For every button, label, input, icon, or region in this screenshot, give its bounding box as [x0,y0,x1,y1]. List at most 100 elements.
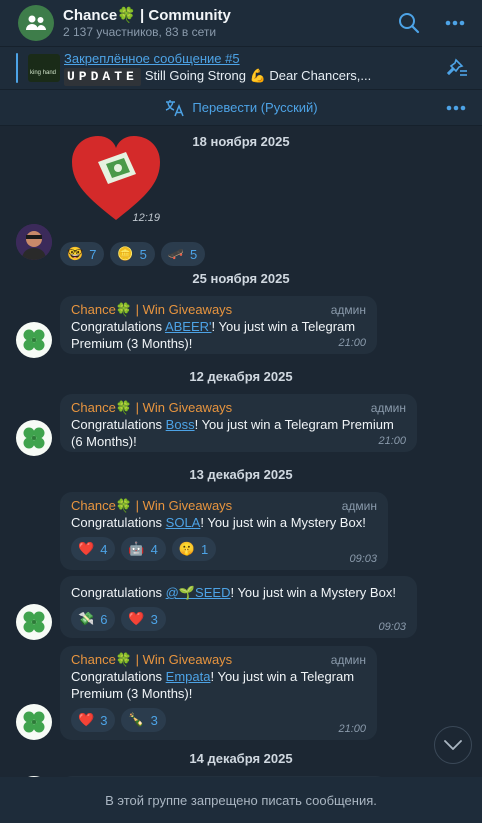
sender-name[interactable]: Chance🍀 | Win Giveaways [71,498,232,514]
admin-badge: админ [330,303,366,317]
message-reactions: ❤️ 3 🍾 3 [71,708,366,732]
message-bubble[interactable]: Congratulations @🌱SEED! You just win a M… [60,576,417,638]
reaction-pill[interactable]: 🪙 5 [110,242,155,266]
translate-icon [166,99,185,116]
heart-sticker[interactable]: 12:19 [68,134,164,224]
search-button[interactable] [394,8,424,38]
message-bubble[interactable]: Chance🍀 | Win Giveaways админ Congratulat… [60,296,377,354]
member-count: 2 137 участников, 83 в сети [63,24,217,39]
pinned-indicator [16,53,18,83]
date-separator: 13 декабря 2025 [189,467,293,482]
mention-link[interactable]: ABEER' [165,319,212,334]
message-text-part: Congratulations [71,515,166,530]
reaction-count: 3 [150,712,158,728]
reaction-emoji: ❤️ [78,712,95,727]
sender-name[interactable]: Chance🍀 | Win Giveaways [71,400,232,416]
sender-name[interactable]: Chance🍀 | Win Giveaways [71,302,232,318]
pinned-thumbnail-text: king hand [30,70,57,76]
chat-title[interactable]: Chance🍀 | Community [63,7,378,25]
message-time: 21:00 [338,723,366,735]
reaction-emoji: 🤓 [67,246,84,261]
mention-link[interactable]: @🌱SEED [166,585,231,600]
message-time: 09:03 [349,553,377,565]
reaction-count: 3 [100,712,108,728]
reaction-emoji: 🤖 [128,541,145,556]
chevron-down-icon [444,740,462,750]
avatar[interactable] [16,604,52,640]
user-avatar-image [16,224,52,260]
message-text: Congratulations @🌱SEED! You just win a M… [71,584,406,601]
reaction-emoji: 🛹 [167,246,185,261]
reaction-emoji: ❤️ [128,611,145,626]
reaction-emoji: 🍾 [128,712,145,727]
sender-name[interactable]: Chance🍀 | Win Giveaways [71,652,232,668]
admin-badge: админ [370,401,406,415]
heart-money-sticker [72,136,160,220]
more-dots-icon [446,105,466,111]
translate-more-button[interactable] [446,98,466,116]
reaction-count: 6 [100,611,108,627]
group-avatar[interactable] [18,5,54,41]
restricted-notice: В этой группе запрещено писать сообщения… [0,777,482,823]
reaction-pill[interactable]: 🤖 4 [121,537,166,561]
message-text: Congratulations Boss! You just win a Tel… [71,416,406,450]
message-text: Congratulations Empata! You just win a T… [71,668,366,702]
clover-icon [23,329,45,351]
message-time: 21:00 [378,435,406,447]
reaction-pill[interactable]: 🛹 5 [160,242,206,266]
pin-list-icon [446,58,467,76]
pinned-update-badge: UPDATE [64,67,141,86]
people-icon [26,15,46,30]
pinned-thumbnail: king hand [28,54,60,82]
message-bubble[interactable]: Chance🍀 | Win Giveaways админ Congratulat… [60,394,417,452]
mention-link[interactable]: SOLA [166,515,201,530]
date-separator: 25 ноября 2025 [192,271,290,286]
pinned-preview: Still Going Strong 💪 Dear Chancers,... [144,67,372,83]
avatar[interactable] [16,420,52,456]
message-reactions: 💸 6 ❤️ 3 [71,607,406,631]
sticker-reactions: 🤓 7 🪙 5 🛹 5 [60,242,211,266]
pinned-title[interactable]: Закреплённое сообщение #5 [64,51,436,67]
mention-link[interactable]: Empata [166,669,211,684]
reaction-pill[interactable]: 🍾 3 [121,708,166,732]
avatar[interactable] [16,704,52,740]
message-bubble[interactable]: Chance🍀 | Win Giveaways админ Congratulat… [60,646,377,740]
reaction-pill[interactable]: ❤️ 3 [71,708,116,732]
reaction-count: 4 [100,541,108,557]
reaction-count: 1 [201,541,209,557]
message-text-part: Congratulations [71,417,166,432]
translate-label[interactable]: Перевести (Русский) [192,100,317,115]
sticker-time: 12:19 [132,212,160,224]
reaction-count: 4 [150,541,158,557]
reaction-count: 3 [150,611,158,627]
reaction-count: 7 [89,246,97,262]
pinned-list-button[interactable] [442,53,472,83]
pinned-text: UPDATE Still Going Strong 💪 Dear Chancers… [64,67,426,86]
reaction-count: 5 [190,246,198,262]
message-list[interactable]: 18 ноября 2025 12:19 🤓 7 🪙 5 🛹 5 25 ноября … [0,126,482,777]
scroll-to-bottom-button[interactable] [434,726,472,764]
avatar[interactable] [16,322,52,358]
translate-bar[interactable]: Перевести (Русский) [0,90,482,126]
message-text-part: Congratulations [71,585,166,600]
reaction-emoji: 🤫 [178,541,196,556]
message-text-part: ! You just win a Mystery Box! [230,585,396,600]
message-bubble[interactable]: Chance🍀 | Win Giveaways админ Congratulat… [60,492,388,570]
chat-header: Chance🍀 | Community 2 137 участников, 83… [0,0,482,46]
reaction-emoji: ❤️ [78,541,95,556]
reaction-pill[interactable]: 🤓 7 [60,242,105,266]
pinned-message-bar[interactable]: king hand Закреплённое сообщение #5 UPDA… [0,46,482,90]
date-separator: 14 декабря 2025 [189,751,293,766]
reaction-pill[interactable]: 🤫 1 [171,537,217,561]
more-dots-icon [445,20,465,26]
reaction-pill[interactable]: ❤️ 4 [71,537,116,561]
avatar[interactable] [16,224,52,260]
reaction-emoji: 🪙 [117,246,134,261]
clover-icon [23,611,45,633]
mention-link[interactable]: Boss [166,417,195,432]
reaction-pill[interactable]: 💸 6 [71,607,116,631]
more-button[interactable] [440,8,470,38]
reaction-pill[interactable]: ❤️ 3 [121,607,166,631]
message-text-part: Congratulations [71,319,165,334]
message-reactions: ❤️ 4 🤖 4 🤫 1 [71,537,377,561]
